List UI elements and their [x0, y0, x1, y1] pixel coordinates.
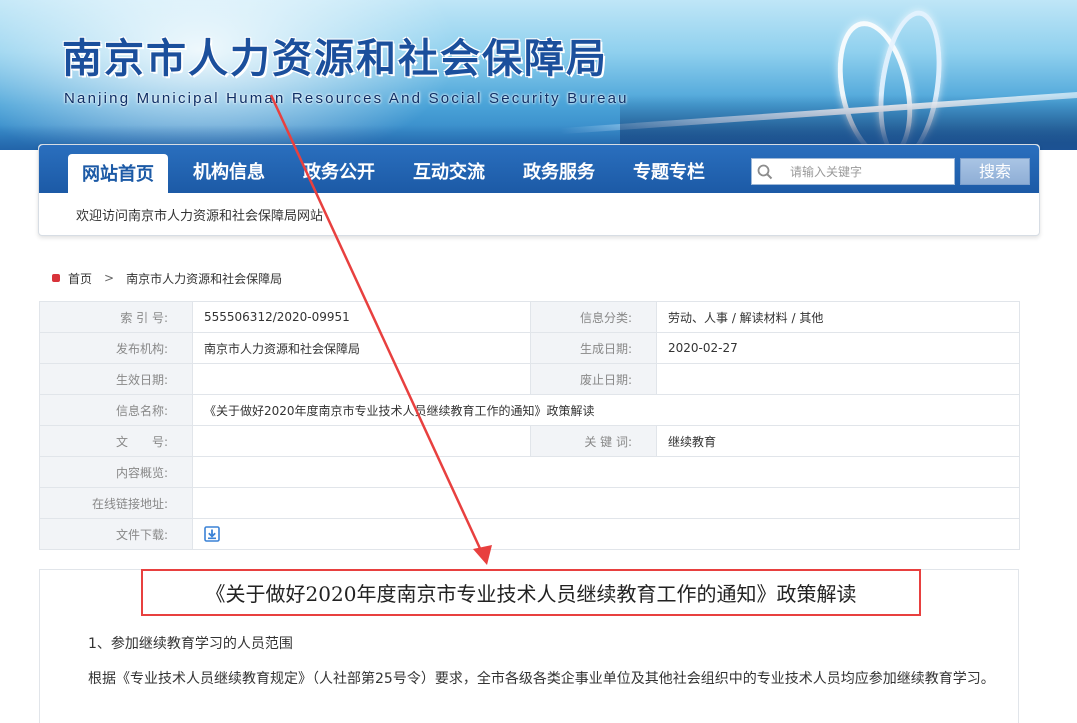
summary-label: 内容概览:: [39, 456, 193, 488]
file-download-label: 文件下载:: [39, 518, 193, 550]
nav-item-government-affairs[interactable]: 政务公开: [289, 145, 389, 193]
search-input[interactable]: [790, 161, 950, 182]
table-row: 内容概览:: [39, 456, 1020, 488]
main-nav: 网站首页 机构信息 政务公开 互动交流 政务服务 专题专栏 搜索: [39, 145, 1039, 193]
breadcrumb-home-link[interactable]: 首页: [68, 270, 92, 287]
publisher-value: 南京市人力资源和社会保障局: [192, 332, 531, 364]
breadcrumb: 首页 > 南京市人力资源和社会保障局: [52, 270, 282, 286]
index-number-label: 索 引 号:: [39, 301, 193, 333]
nav-item-home[interactable]: 网站首页: [68, 154, 168, 193]
nav-item-services[interactable]: 政务服务: [509, 145, 609, 193]
search-box: [751, 158, 955, 185]
article-title: 《关于做好2020年度南京市专业技术人员继续教育工作的通知》政策解读: [205, 582, 857, 606]
search-icon: [757, 164, 773, 180]
site-subtitle: Nanjing Municipal Human Resources And So…: [64, 90, 629, 107]
expired-date-value: [656, 363, 1020, 395]
effective-date-value: [192, 363, 531, 395]
keywords-value: 继续教育: [656, 425, 1020, 457]
table-row: 发布机构: 南京市人力资源和社会保障局 生成日期: 2020-02-27: [39, 332, 1020, 364]
breadcrumb-separator: >: [104, 271, 115, 285]
publisher-label: 发布机构:: [39, 332, 193, 364]
table-row: 索 引 号: 555506312/2020-09951 信息分类: 劳动、人事 …: [39, 301, 1020, 333]
table-row: 文 号: 关 键 词: 继续教育: [39, 425, 1020, 457]
article-body: 《关于做好2020年度南京市专业技术人员继续教育工作的通知》政策解读 1、参加继…: [39, 569, 1019, 723]
table-row: 生效日期: 废止日期:: [39, 363, 1020, 395]
nav-item-topics[interactable]: 专题专栏: [619, 145, 719, 193]
info-name-value: 《关于做好2020年度南京市专业技术人员继续教育工作的通知》政策解读: [192, 394, 1020, 426]
section-heading: 1、参加继续教育学习的人员范围: [88, 636, 293, 652]
document-number-label: 文 号:: [39, 425, 193, 457]
table-row: 在线链接地址:: [39, 487, 1020, 519]
created-date-label: 生成日期:: [530, 332, 657, 364]
document-number-value: [192, 425, 531, 457]
download-icon[interactable]: [204, 526, 220, 542]
category-label: 信息分类:: [530, 301, 657, 333]
effective-date-label: 生效日期:: [39, 363, 193, 395]
nav-panel: 网站首页 机构信息 政务公开 互动交流 政务服务 专题专栏 搜索 欢迎访问南京市…: [38, 144, 1040, 236]
index-number-value: 555506312/2020-09951: [192, 301, 531, 333]
category-value: 劳动、人事 / 解读材料 / 其他: [656, 301, 1020, 333]
breadcrumb-current[interactable]: 南京市人力资源和社会保障局: [126, 270, 282, 287]
nav-item-organization[interactable]: 机构信息: [179, 145, 279, 193]
summary-value: [192, 456, 1020, 488]
header-banner: 南京市人力资源和社会保障局 Nanjing Municipal Human Re…: [0, 0, 1077, 150]
info-name-label: 信息名称:: [39, 394, 193, 426]
expired-date-label: 废止日期:: [530, 363, 657, 395]
home-icon: [52, 274, 60, 282]
search-button[interactable]: 搜索: [960, 158, 1030, 185]
site-title[interactable]: 南京市人力资源和社会保障局: [62, 26, 608, 84]
article-paragraph: 根据《专业技术人员继续教育规定》（人社部第25号令）要求，全市各级各类企事业单位…: [88, 671, 995, 687]
online-link-value[interactable]: [192, 487, 1020, 519]
welcome-text: 欢迎访问南京市人力资源和社会保障局网站: [76, 209, 324, 224]
table-row: 信息名称: 《关于做好2020年度南京市专业技术人员继续教育工作的通知》政策解读: [39, 394, 1020, 426]
table-row: 文件下载:: [39, 518, 1020, 550]
document-info-table: 索 引 号: 555506312/2020-09951 信息分类: 劳动、人事 …: [39, 301, 1020, 550]
created-date-value: 2020-02-27: [656, 332, 1020, 364]
online-link-label: 在线链接地址:: [39, 487, 193, 519]
keywords-label: 关 键 词:: [530, 425, 657, 457]
file-download-cell: [192, 518, 1020, 550]
nav-item-interaction[interactable]: 互动交流: [399, 145, 499, 193]
